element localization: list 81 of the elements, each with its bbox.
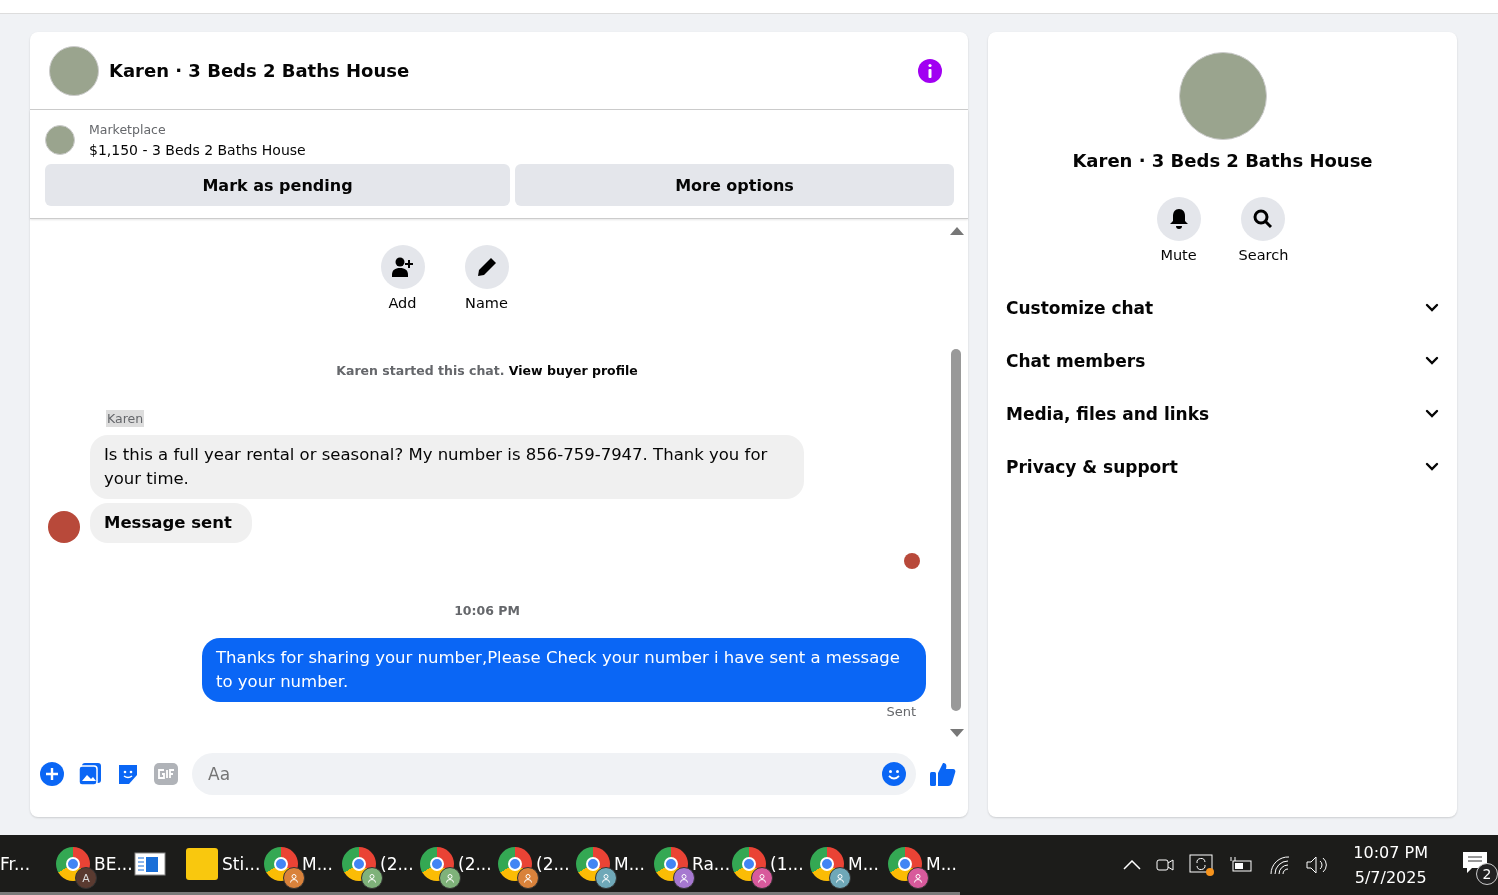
- window-icon: [134, 851, 166, 876]
- buyer-profile-link[interactable]: View buyer profile: [508, 363, 638, 378]
- message-bubble: Message sent: [90, 503, 252, 543]
- sticky-note-icon: [186, 847, 218, 880]
- thumbs-up-icon[interactable]: [930, 762, 956, 786]
- message-field[interactable]: Aa: [192, 753, 916, 795]
- house-photo: [45, 125, 75, 155]
- notification-count: 2: [1476, 863, 1498, 885]
- speaker-icon[interactable]: [1305, 855, 1330, 875]
- listing-summary: $1,150 - 3 Beds 2 Baths House: [89, 142, 306, 158]
- wifi-icon[interactable]: [1269, 855, 1292, 875]
- emoji-icon[interactable]: [882, 762, 906, 786]
- add-person-icon: [391, 257, 414, 277]
- sticker-icon[interactable]: [116, 762, 140, 786]
- chat-title: Karen · 3 Beds 2 Baths House: [109, 60, 411, 81]
- action-label: Mute: [1160, 247, 1197, 263]
- app-label: M...: [302, 853, 333, 874]
- section-toggle[interactable]: Privacy & support: [1006, 440, 1439, 493]
- listing-action-button[interactable]: Mark as pending: [45, 164, 510, 206]
- seen-avatar: [904, 553, 920, 569]
- app-label: (2...: [536, 853, 570, 874]
- app-label: (2...: [458, 853, 492, 874]
- taskbar-app[interactable]: (2...: [492, 835, 570, 895]
- quick-action-button[interactable]: [380, 245, 425, 289]
- browser-icon: [56, 846, 90, 881]
- chevron-down-icon: [1425, 461, 1439, 472]
- section-toggle[interactable]: Media, files and links: [1006, 387, 1439, 440]
- plus-icon[interactable]: [40, 762, 64, 786]
- taskbar-app[interactable]: M...: [804, 835, 882, 895]
- section-title: Media, files and links: [1006, 403, 1210, 424]
- taskbar-app[interactable]: M...: [570, 835, 648, 895]
- avatar: [48, 511, 80, 543]
- timestamp: 10:06 PM: [453, 603, 521, 618]
- listing-action-button[interactable]: More options: [515, 164, 954, 206]
- sync-icon[interactable]: [1189, 853, 1216, 877]
- search-icon: [1253, 209, 1274, 229]
- scroll-down-icon[interactable]: [950, 729, 964, 737]
- message-status: Sent: [886, 704, 916, 719]
- chat-notice: Karen started this chat. View buyer profile: [335, 363, 639, 378]
- message-bubble: Thanks for sharing your number,Please Check your number i have sent a message to your number.: [202, 638, 926, 702]
- chevron-down-icon: [1425, 302, 1439, 313]
- taskbar-app[interactable]: Fr...: [0, 835, 50, 895]
- clock-date[interactable]: 5/7/2025: [1354, 868, 1427, 887]
- taskbar-app[interactable]: M...: [882, 835, 960, 895]
- section-title: Chat members: [1006, 350, 1146, 371]
- taskbar-app[interactable]: (2...: [336, 835, 414, 895]
- house-photo: [49, 45, 99, 96]
- quick-action-label: Name: [465, 295, 508, 311]
- quick-action-label: Add: [388, 295, 417, 311]
- message-input[interactable]: Aa: [206, 763, 874, 785]
- taskbar-app[interactable]: M...: [258, 835, 336, 895]
- chevron-down-icon: [1425, 408, 1439, 419]
- section-toggle[interactable]: Customize chat: [1006, 281, 1439, 334]
- conversation-title: Karen · 3 Beds 2 Baths House: [1072, 150, 1373, 171]
- image-icon[interactable]: [78, 762, 102, 786]
- action-label: Search: [1238, 247, 1289, 263]
- app-label: (1...: [770, 853, 804, 874]
- section-title: Customize chat: [1006, 297, 1154, 318]
- section-title: Privacy & support: [1006, 456, 1178, 477]
- action-button[interactable]: [1241, 197, 1286, 241]
- listing-source: Marketplace: [89, 122, 167, 137]
- taskbar-app[interactable]: (2...: [414, 835, 492, 895]
- message-bubble: Is this a full year rental or seasonal? My number is 856-759-7947. Thank you for your time.: [90, 435, 804, 499]
- quick-action-button[interactable]: [464, 245, 509, 289]
- app-label: M...: [926, 853, 957, 874]
- taskbar-app[interactable]: Sti...: [180, 835, 258, 895]
- clock-time[interactable]: 10:07 PM: [1353, 843, 1428, 862]
- app-label: (2...: [380, 853, 414, 874]
- info-icon[interactable]: [918, 58, 942, 83]
- app-label: M...: [848, 853, 879, 874]
- app-label: M...: [614, 853, 645, 874]
- chevron-up-icon[interactable]: [1123, 860, 1142, 870]
- bell-icon: [1169, 209, 1188, 229]
- scrollbar-thumb[interactable]: [951, 349, 961, 711]
- action-button[interactable]: [1156, 197, 1201, 241]
- scroll-up-icon[interactable]: [950, 227, 964, 235]
- chevron-down-icon: [1425, 355, 1439, 366]
- section-toggle[interactable]: Chat members: [1006, 334, 1439, 387]
- app-label: Sti...: [222, 853, 261, 874]
- sender-name: Karen: [106, 410, 145, 427]
- pencil-icon: [476, 257, 497, 277]
